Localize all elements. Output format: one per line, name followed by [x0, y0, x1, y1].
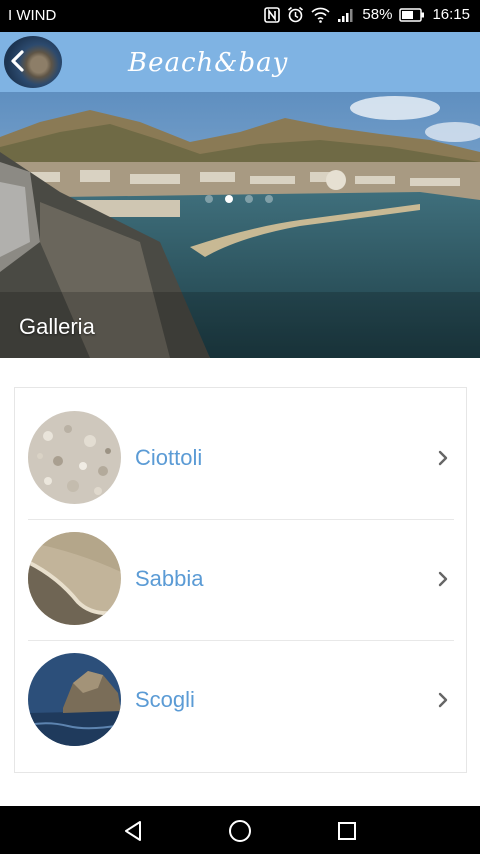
list-item-label: Scogli [135, 687, 195, 712]
sand-thumbnail [28, 532, 121, 625]
list-item-ciottoli[interactable]: Ciottoli [15, 388, 466, 509]
gallery-carousel[interactable]: Galleria [0, 92, 480, 358]
carousel-dot[interactable] [245, 195, 253, 203]
alarm-icon [287, 6, 304, 23]
battery-icon [399, 7, 425, 22]
app-title: Beach&bay [128, 48, 289, 78]
carousel-indicator [205, 195, 273, 203]
category-list: Ciottoli Sabbia Scogli [14, 387, 467, 773]
chevron-right-icon [438, 571, 448, 592]
wifi-icon [311, 7, 330, 23]
nfc-icon [264, 6, 281, 23]
chevron-right-icon [438, 692, 448, 713]
list-item-label: Ciottoli [135, 445, 203, 470]
list-item-scogli[interactable]: Scogli [15, 630, 466, 751]
signal-icon [337, 7, 355, 23]
carousel-dot[interactable] [265, 195, 273, 203]
triangle-back-icon[interactable] [120, 818, 146, 844]
gallery-title: Galleria [19, 314, 95, 339]
carousel-dot[interactable] [205, 195, 213, 203]
carousel-dot-active[interactable] [225, 195, 233, 203]
rocks-thumbnail [28, 653, 121, 746]
carrier-name: I WIND [8, 7, 57, 24]
back-button[interactable] [4, 36, 62, 88]
chevron-right-icon [438, 450, 448, 471]
circle-home-icon[interactable] [227, 818, 253, 844]
list-item-sabbia[interactable]: Sabbia [15, 509, 466, 630]
battery-percent: 58% [362, 6, 393, 23]
clock: 16:15 [432, 6, 470, 23]
list-item-label: Sabbia [135, 566, 204, 591]
system-nav-bar [0, 806, 480, 854]
pebbles-thumbnail [28, 411, 121, 504]
square-recents-icon[interactable] [334, 818, 360, 844]
status-bar: I WIND 58% 16:15 [0, 0, 480, 32]
app-bar: Beach&bay [0, 32, 480, 92]
